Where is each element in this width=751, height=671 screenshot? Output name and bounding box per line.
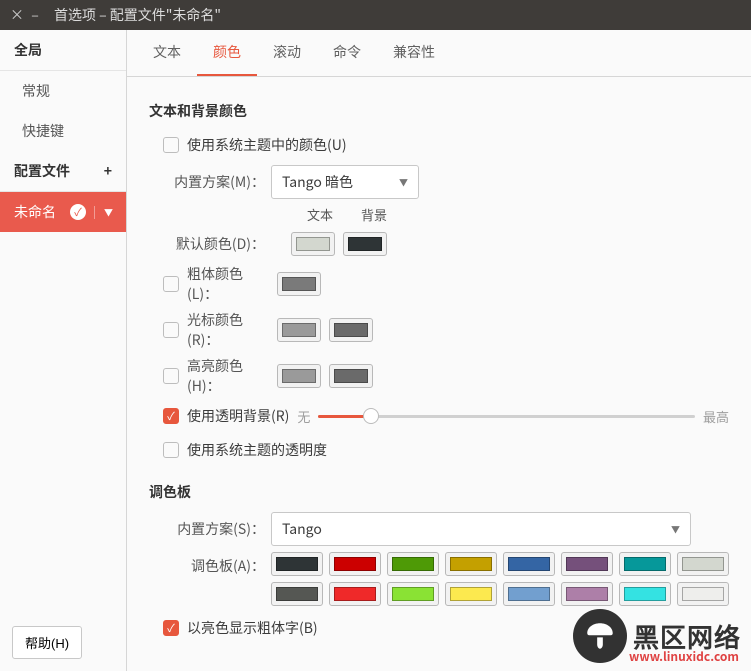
palette-grid	[271, 552, 729, 606]
label-transparent-bg: 使用透明背景(R)	[187, 406, 289, 426]
color-bold[interactable]	[277, 272, 321, 296]
tab-scroll[interactable]: 滚动	[257, 30, 317, 76]
label-palette-scheme: 内置方案(S)：	[163, 519, 271, 539]
palette-color-3[interactable]	[445, 552, 497, 576]
chevron-down-icon: ▼	[671, 523, 680, 536]
label-palette: 调色板(A)：	[163, 552, 271, 576]
palette-color-2[interactable]	[387, 552, 439, 576]
checkbox-transparent-bg[interactable]: ✓	[163, 408, 179, 424]
palette-color-12[interactable]	[503, 582, 555, 606]
palette-color-13[interactable]	[561, 582, 613, 606]
palette-color-0[interactable]	[271, 552, 323, 576]
checkbox-use-theme-colors[interactable]	[163, 137, 179, 153]
chevron-down-icon: ▼	[399, 176, 408, 189]
checkbox-bright-bold[interactable]: ✓	[163, 620, 179, 636]
color-default-text[interactable]	[291, 232, 335, 256]
slider-min-label: 无	[297, 407, 310, 426]
color-cursor-bg[interactable]	[329, 318, 373, 342]
palette-color-15[interactable]	[677, 582, 729, 606]
sidebar-section-global: 全局	[0, 30, 126, 71]
tab-command[interactable]: 命令	[317, 30, 377, 76]
section-title-text-bg: 文本和背景颜色	[149, 101, 729, 121]
transparency-slider[interactable]	[318, 407, 695, 425]
label-sys-transparency: 使用系统主题的透明度	[187, 440, 327, 460]
sidebar-item-profile-active[interactable]: 未命名 ✓ ▼	[0, 192, 126, 232]
chevron-down-icon[interactable]: ▼	[94, 206, 116, 219]
check-icon: ✓	[70, 204, 86, 220]
label-builtin-scheme: 内置方案(M)：	[163, 172, 271, 192]
tab-text[interactable]: 文本	[137, 30, 197, 76]
tabs: 文本 颜色 滚动 命令 兼容性	[127, 30, 751, 77]
add-profile-icon[interactable]: +	[104, 161, 112, 181]
slider-max-label: 最高	[703, 407, 729, 426]
help-button[interactable]: 帮助(H)	[12, 626, 82, 659]
minimize-icon[interactable]: –	[26, 5, 44, 25]
titlebar: × – 首选项 – 配置文件"未命名"	[0, 0, 751, 30]
label-bold-color: 粗体颜色(L)：	[187, 264, 277, 304]
color-highlight-bg[interactable]	[329, 364, 373, 388]
label-highlight-color: 高亮颜色(H)：	[187, 356, 277, 396]
palette-color-4[interactable]	[503, 552, 555, 576]
sidebar-item-shortcuts[interactable]: 快捷键	[0, 111, 126, 151]
palette-color-10[interactable]	[387, 582, 439, 606]
column-header-text: 文本	[293, 205, 347, 224]
palette-color-7[interactable]	[677, 552, 729, 576]
sidebar-item-general[interactable]: 常规	[0, 71, 126, 111]
palette-color-8[interactable]	[271, 582, 323, 606]
tab-compat[interactable]: 兼容性	[377, 30, 451, 76]
window-title: 首选项 – 配置文件"未命名"	[54, 5, 221, 25]
section-title-palette: 调色板	[149, 482, 729, 502]
checkbox-highlight-color[interactable]	[163, 368, 179, 384]
palette-color-6[interactable]	[619, 552, 671, 576]
palette-color-1[interactable]	[329, 552, 381, 576]
select-palette-scheme[interactable]: Tango▼	[271, 512, 691, 546]
sidebar-section-profiles: 配置文件 +	[0, 151, 126, 192]
column-header-bg: 背景	[347, 205, 401, 224]
checkbox-cursor-color[interactable]	[163, 322, 179, 338]
palette-color-14[interactable]	[619, 582, 671, 606]
label-cursor-color: 光标颜色(R)：	[187, 310, 277, 350]
color-highlight-text[interactable]	[277, 364, 321, 388]
tab-color[interactable]: 颜色	[197, 30, 257, 76]
checkbox-sys-transparency[interactable]	[163, 442, 179, 458]
label-use-theme-colors: 使用系统主题中的颜色(U)	[187, 135, 347, 155]
color-cursor-text[interactable]	[277, 318, 321, 342]
checkbox-bold-color[interactable]	[163, 276, 179, 292]
color-default-bg[interactable]	[343, 232, 387, 256]
select-builtin-scheme[interactable]: Tango 暗色▼	[271, 165, 419, 199]
label-bright-bold: 以亮色显示粗体字(B)	[187, 618, 318, 638]
sidebar: 全局 常规 快捷键 配置文件 + 未命名 ✓ ▼ 帮助(H)	[0, 30, 127, 671]
palette-color-11[interactable]	[445, 582, 497, 606]
palette-color-5[interactable]	[561, 552, 613, 576]
palette-color-9[interactable]	[329, 582, 381, 606]
close-icon[interactable]: ×	[8, 5, 26, 25]
label-default-color: 默认颜色(D)：	[163, 234, 271, 254]
